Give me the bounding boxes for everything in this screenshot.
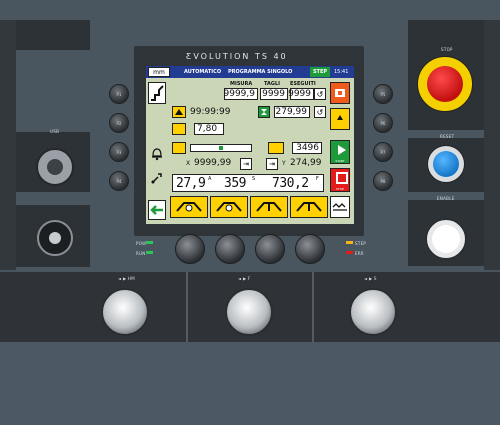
feed-icon (172, 123, 186, 135)
x-axis-label: X (186, 160, 191, 167)
ruler-bar (190, 144, 252, 152)
function-key-1[interactable] (170, 196, 208, 218)
soft-button-2[interactable] (215, 234, 245, 264)
step-label: STEP (355, 241, 367, 246)
p8-button[interactable]: P8 (373, 171, 393, 191)
bottom-panel (0, 342, 500, 425)
brand-title: ƸVOLUTION TS 40 (186, 52, 288, 61)
left-edge (0, 20, 16, 270)
p1-button[interactable]: P1 (109, 84, 129, 104)
ruler-icon (172, 142, 186, 154)
mode-label: AUTOMATICO (184, 69, 222, 75)
stop-label: STOP (441, 47, 453, 52)
param-value[interactable]: 7,80 (194, 123, 224, 135)
y-axis-label: Y (282, 160, 286, 167)
stop-screen-label: STOP (336, 187, 344, 191)
selector-knob[interactable] (37, 220, 73, 256)
misura-value: 9999,9 (224, 88, 258, 100)
wrench-icon[interactable] (148, 168, 166, 188)
usb-icon (47, 159, 63, 175)
stairs-icon[interactable] (148, 82, 166, 104)
divider-1 (186, 272, 188, 342)
stop-screen-button[interactable]: STOP (330, 168, 350, 192)
bell-icon[interactable] (148, 142, 166, 164)
feed-button-left[interactable] (101, 288, 149, 336)
start-label: START (335, 159, 345, 163)
eseguiti-header: ESEGUITI (290, 81, 316, 87)
err-label: ERR (355, 251, 364, 256)
err-led (346, 251, 353, 254)
reset-label: RESET (440, 134, 455, 139)
clock: 15:41 (334, 69, 349, 75)
current-value: 27,9 (176, 176, 206, 191)
tagli-header: TAGLI (264, 81, 281, 87)
x-value: 9999,99 (194, 158, 232, 168)
feed-button-right[interactable] (349, 288, 397, 336)
feed-unit: F (316, 176, 319, 182)
run-label: RUN (136, 251, 146, 256)
foot-left-label: ◄ ▶ HM (118, 276, 135, 281)
tagli-value: 9999 (260, 88, 288, 100)
run-led (146, 251, 153, 254)
function-key-3[interactable] (250, 196, 288, 218)
reset-button[interactable] (427, 145, 465, 183)
pow-led (146, 241, 153, 244)
refresh-icon[interactable]: ↺ (314, 106, 326, 118)
counter-icon (268, 142, 284, 154)
divider-2 (312, 272, 314, 342)
soft-button-3[interactable] (255, 234, 285, 264)
p3-button[interactable]: P3 (109, 142, 129, 162)
left-top-box (16, 20, 90, 50)
pow-label: POW (136, 241, 147, 246)
speed-value: 279,99 (274, 106, 310, 118)
back-arrow-icon[interactable] (148, 200, 166, 220)
usb-label: USB (50, 129, 60, 134)
soft-button-1[interactable] (175, 234, 205, 264)
vise-icon[interactable] (330, 82, 350, 104)
p2-button[interactable]: P2 (109, 113, 129, 133)
program-label: PROGRAMMA SINGOLO (228, 69, 293, 75)
foot-right-label: ◄ ▶ S (364, 276, 377, 281)
p4-button[interactable]: P4 (109, 171, 129, 191)
timer-icon (172, 106, 186, 118)
step-led (346, 241, 353, 244)
reset-counter-icon[interactable]: ↺ (314, 88, 326, 100)
current-unit: A (208, 176, 212, 182)
p6-button[interactable]: P6 (373, 113, 393, 133)
enable-button[interactable] (425, 218, 467, 260)
saw-icon[interactable] (330, 196, 350, 218)
x-home-icon[interactable]: ⇥ (240, 158, 252, 170)
function-key-2[interactable] (210, 196, 248, 218)
p5-button[interactable]: P5 (373, 84, 393, 104)
hourglass-icon (258, 106, 270, 118)
emergency-stop-button[interactable] (417, 56, 473, 112)
feed-value: 730,2 (272, 176, 309, 191)
unit-badge[interactable]: mm (148, 67, 170, 77)
spindle-unit: S (252, 176, 256, 182)
counter-value: 3496 (292, 142, 322, 154)
misura-header: MISURA (230, 81, 253, 87)
y-home-icon[interactable]: ⇥ (266, 158, 278, 170)
soft-button-4[interactable] (295, 234, 325, 264)
start-button[interactable]: START (330, 140, 350, 164)
function-key-4[interactable] (290, 196, 328, 218)
timer-value: 99:99:99 (190, 107, 231, 117)
eseguiti-value: 9999 (288, 88, 314, 100)
spindle-value: 359 (224, 176, 246, 191)
step-badge: STEP (310, 67, 330, 77)
enable-label: ENABLE (437, 196, 455, 201)
p7-button[interactable]: P7 (373, 142, 393, 162)
y-value: 274,99 (290, 158, 322, 168)
display-screen: mm AUTOMATICO PROGRAMMA SINGOLO STEP 15:… (146, 66, 354, 224)
blade-icon[interactable] (330, 108, 350, 130)
right-edge (484, 20, 500, 270)
usb-port[interactable] (36, 148, 74, 186)
feed-button-mid[interactable] (225, 288, 273, 336)
foot-mid-label: ◄ ▶ F (238, 276, 251, 281)
